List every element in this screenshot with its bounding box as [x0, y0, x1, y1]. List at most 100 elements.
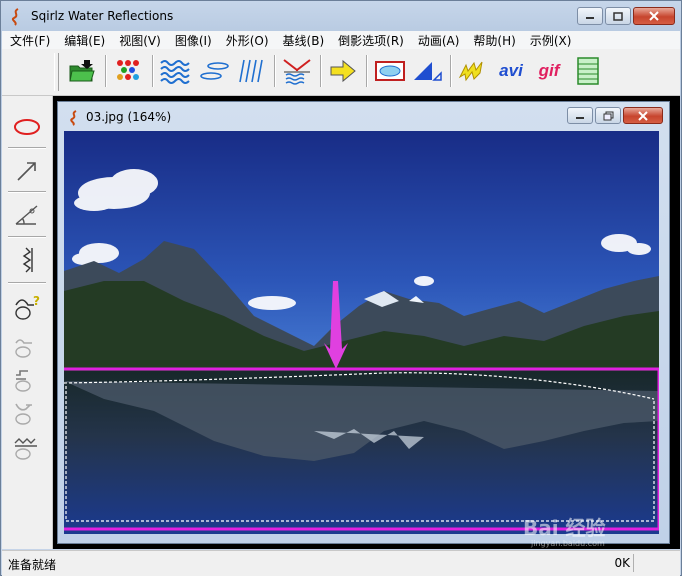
minimize-icon [576, 116, 584, 119]
menu-image[interactable]: 图像(I) [167, 32, 218, 49]
shape-step-icon [15, 370, 31, 392]
tool-separator [8, 147, 46, 149]
shape-tool-3[interactable] [10, 398, 44, 428]
toolbar-separator [105, 55, 107, 87]
maximize-button[interactable] [605, 7, 631, 25]
tool-separator [8, 191, 46, 193]
angle-tool[interactable] [10, 200, 44, 230]
menu-edit[interactable]: 编辑(E) [56, 32, 111, 49]
left-toolbar: ? [2, 96, 53, 549]
toolbar-grip[interactable] [54, 53, 59, 91]
save-gif-button[interactable]: gif [533, 55, 565, 87]
menu-view[interactable]: 视图(V) [111, 32, 167, 49]
close-icon [649, 11, 659, 21]
ellipse-icon [14, 119, 40, 135]
shape-tool-2[interactable] [10, 364, 44, 394]
shape-question-icon: ? [15, 294, 40, 320]
document-close-button[interactable] [623, 107, 663, 124]
save-avi-button[interactable]: avi [495, 55, 527, 87]
colors-button[interactable] [112, 55, 144, 87]
document-window-controls [567, 107, 663, 124]
image-document-window[interactable]: 03.jpg (164%) [57, 101, 670, 544]
status-indicator: 0K [614, 556, 630, 570]
diagonal-arrow-icon [17, 162, 36, 181]
title-bar[interactable]: Sqirlz Water Reflections [1, 1, 681, 31]
waves-button[interactable] [159, 55, 191, 87]
next-button[interactable] [327, 55, 359, 87]
menu-baseline[interactable]: 基线(B) [275, 32, 331, 49]
vertical-wave-icon [22, 247, 33, 273]
watermark-text: Bai 经验 [523, 516, 606, 540]
toolbar-separator [152, 55, 154, 87]
window-title: Sqirlz Water Reflections [31, 9, 174, 23]
arrow-right-icon [330, 59, 356, 83]
open-file-button[interactable] [66, 55, 98, 87]
lightning-button[interactable] [457, 55, 489, 87]
ellipse-tool[interactable] [10, 112, 44, 142]
document-title: 03.jpg (164%) [86, 110, 172, 124]
rain-icon [239, 59, 263, 83]
toolbar-separator [274, 55, 276, 87]
document-logo-icon [70, 110, 77, 126]
toolbar-separator [366, 55, 368, 87]
minimize-button[interactable] [577, 7, 603, 25]
menu-file[interactable]: 文件(F) [2, 32, 56, 49]
baidu-watermark: Bai 经验 jingyan.baidu.com [523, 516, 606, 548]
angle-icon [15, 205, 38, 225]
shape-curve-icon [15, 339, 32, 358]
image-canvas[interactable] [64, 131, 659, 534]
app-logo-icon [11, 8, 19, 26]
maximize-icon [613, 11, 623, 21]
document-restore-button[interactable] [595, 107, 621, 124]
menu-shape[interactable]: 外形(O) [218, 32, 275, 49]
shape-zigzag-icon [14, 438, 37, 460]
shape-help-tool[interactable]: ? [10, 292, 44, 322]
mdi-workspace: 03.jpg (164%) [53, 96, 680, 549]
frames-panel-icon [577, 57, 599, 85]
menu-animation[interactable]: 动画(A) [410, 32, 466, 49]
shape-tool-4[interactable] [10, 432, 44, 462]
lightning-icon [458, 61, 483, 82]
reflection-button[interactable] [281, 55, 313, 87]
menu-reflection-options[interactable]: 倒影选项(R) [330, 32, 410, 49]
close-icon [638, 110, 648, 121]
status-divider [633, 554, 634, 572]
color-dots-icon [117, 60, 139, 80]
menu-bar: 文件(F) 编辑(E) 视图(V) 图像(I) 外形(O) 基线(B) 倒影选项… [2, 31, 680, 49]
status-message: 准备就绪 [8, 558, 57, 572]
line-tool[interactable] [10, 245, 44, 275]
svg-text:?: ? [33, 294, 40, 308]
avi-label: avi [499, 61, 523, 80]
restore-icon [603, 111, 613, 120]
shape-hook-icon [15, 403, 32, 425]
arrow-tool[interactable] [10, 156, 44, 186]
gif-label: gif [538, 61, 560, 80]
rain-button[interactable] [237, 55, 269, 87]
toolbar-separator [320, 55, 322, 87]
preview-button[interactable] [374, 55, 406, 87]
reflection-y-icon [283, 59, 311, 85]
perspective-triangle-icon [414, 62, 442, 81]
shape-tool-1[interactable] [10, 330, 44, 360]
menu-help[interactable]: 帮助(H) [465, 32, 521, 49]
tool-separator [8, 236, 46, 238]
open-folder-icon [69, 60, 95, 82]
main-toolbar: avi gif [2, 49, 680, 96]
status-bar: 准备就绪 0K [2, 550, 680, 576]
preview-frame-icon [375, 61, 405, 81]
waves-icon [160, 60, 190, 84]
close-button[interactable] [633, 7, 675, 25]
toolbar-separator [450, 55, 452, 87]
perspective-button[interactable] [412, 55, 444, 87]
frames-button[interactable] [572, 55, 604, 87]
application-window: Sqirlz Water Reflections 文件(F) 编辑(E) 视图(… [0, 0, 682, 576]
landscape-photo [64, 131, 659, 534]
document-minimize-button[interactable] [567, 107, 593, 124]
minimize-icon [586, 17, 594, 19]
window-controls [577, 7, 675, 25]
watermark-url: jingyan.baidu.com [530, 539, 605, 548]
ripples-button[interactable] [199, 55, 231, 87]
ripples-icon [200, 62, 229, 80]
tool-separator [8, 282, 46, 284]
menu-examples[interactable]: 示例(X) [522, 32, 578, 49]
